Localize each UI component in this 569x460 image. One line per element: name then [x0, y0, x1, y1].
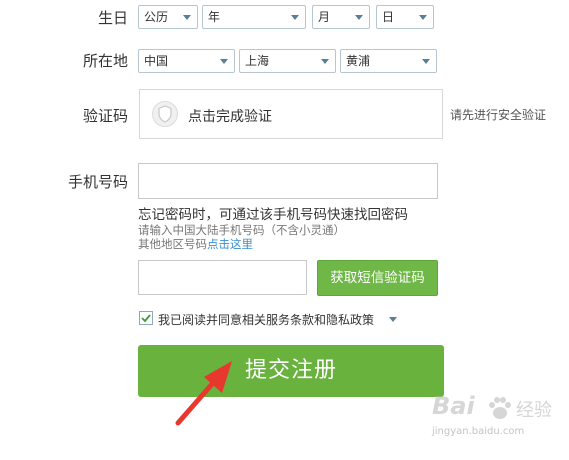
chevron-down-icon	[321, 59, 329, 64]
agreement-text[interactable]: 我已阅读并同意相关服务条款和隐私政策	[158, 311, 374, 328]
shield-icon	[152, 101, 178, 127]
chevron-down-icon	[355, 15, 363, 20]
agreement-checkbox[interactable]	[139, 311, 153, 325]
month-select-value: 月	[318, 10, 331, 24]
chevron-down-icon	[220, 59, 228, 64]
chevron-down-icon	[183, 15, 191, 20]
province-select[interactable]: 上海	[239, 49, 336, 73]
phone-label: 手机号码	[67, 173, 128, 191]
day-select[interactable]: 日	[376, 5, 434, 29]
captcha-hint: 请先进行安全验证	[450, 108, 547, 122]
day-select-value: 日	[382, 10, 395, 24]
paw-icon	[489, 397, 511, 419]
calendar-select-value: 公历	[144, 10, 169, 24]
baidu-jingyan-watermark: Bai 经验 jingyan.baidu.com	[432, 392, 562, 454]
sms-code-input[interactable]	[138, 260, 307, 295]
province-select-value: 上海	[245, 54, 270, 68]
country-select[interactable]: 中国	[138, 49, 235, 73]
chevron-down-icon	[422, 59, 430, 64]
other-region-link[interactable]: 点击这里	[207, 237, 253, 251]
captcha-verify-button[interactable]: 点击完成验证	[139, 89, 443, 139]
phone-tip-main: 忘记密码时，可通过该手机号码快速找回密码	[138, 207, 408, 223]
month-select[interactable]: 月	[312, 5, 370, 29]
checkmark-icon	[141, 314, 151, 323]
red-pointer-arrow-icon	[175, 361, 232, 426]
chevron-down-icon	[291, 15, 299, 20]
watermark-brand: Bai	[432, 392, 475, 420]
country-select-value: 中国	[144, 54, 169, 68]
district-select-value: 黄浦	[346, 54, 371, 68]
watermark-url: jingyan.baidu.com	[432, 426, 525, 437]
watermark-brand-cn: 经验	[516, 400, 552, 421]
phone-tip-other-prefix: 其他地区号码	[138, 237, 207, 251]
year-select-value: 年	[208, 10, 221, 24]
district-select[interactable]: 黄浦	[340, 49, 437, 73]
get-sms-code-button[interactable]: 获取短信验证码	[317, 260, 438, 296]
captcha-button-text: 点击完成验证	[188, 109, 272, 125]
phone-input[interactable]	[138, 163, 438, 199]
captcha-label: 验证码	[82, 107, 128, 125]
year-select[interactable]: 年	[202, 5, 306, 29]
calendar-select[interactable]: 公历	[138, 5, 198, 29]
chevron-down-icon	[419, 15, 427, 20]
phone-tip-other: 其他地区号码点击这里	[138, 236, 253, 252]
location-label: 所在地	[82, 52, 128, 70]
chevron-down-icon[interactable]	[389, 317, 397, 322]
birthday-label: 生日	[97, 9, 128, 27]
